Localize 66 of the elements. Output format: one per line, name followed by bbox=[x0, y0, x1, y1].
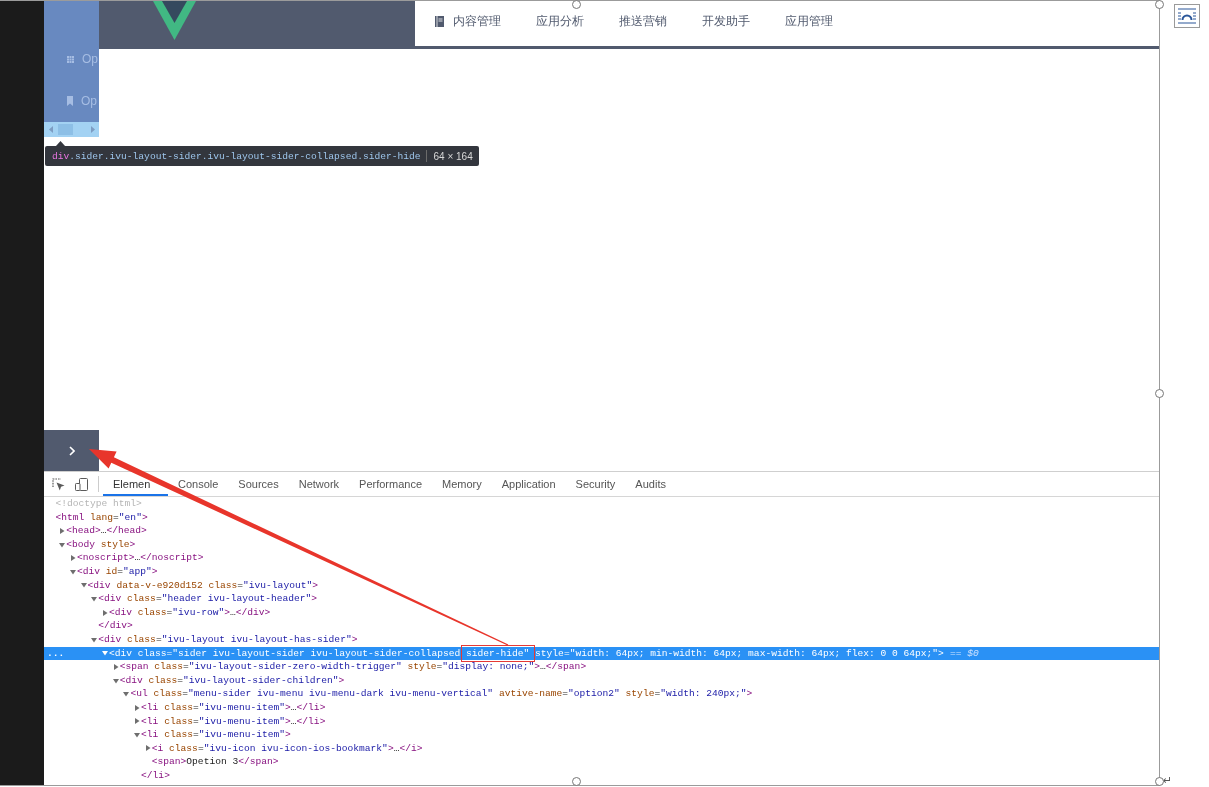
resize-handle[interactable] bbox=[1154, 777, 1164, 786]
devtools-tab[interactable]: Memory bbox=[432, 472, 492, 496]
size-text: 64 × 164 bbox=[433, 150, 473, 162]
triangle-down-icon[interactable] bbox=[69, 568, 76, 575]
horizontal-scrollbar[interactable] bbox=[44, 122, 99, 137]
triangle-down-icon[interactable] bbox=[59, 541, 66, 548]
triangle-right-icon[interactable] bbox=[102, 609, 108, 616]
layout-options-icon[interactable] bbox=[1174, 4, 1200, 28]
resize-handle[interactable] bbox=[1154, 388, 1164, 398]
console-reference-text: == $0 bbox=[949, 646, 979, 661]
devtools-tab[interactable]: Application bbox=[491, 472, 566, 496]
device-toolbar-icon[interactable] bbox=[75, 477, 88, 491]
paragraph-mark: ↵ bbox=[1163, 774, 1173, 786]
devtools-tab[interactable]: Performance bbox=[349, 472, 433, 496]
devtools-tab[interactable]: Audits bbox=[625, 472, 676, 496]
closing-tag-text[interactable]: </div> bbox=[98, 619, 133, 633]
book-icon bbox=[435, 16, 444, 27]
devtools-tab[interactable]: Sources bbox=[228, 472, 289, 496]
triangle-down-icon[interactable] bbox=[102, 650, 108, 657]
triangle-down-icon[interactable] bbox=[91, 595, 98, 602]
triangle-right-icon[interactable] bbox=[144, 745, 151, 752]
grid-icon bbox=[67, 55, 74, 63]
inspect-element-icon[interactable] bbox=[52, 477, 65, 491]
triangle-down-icon[interactable] bbox=[91, 636, 98, 643]
dom-node-text[interactable]: <div class="header ivu-layout-header"> bbox=[98, 592, 318, 606]
devtools-tab[interactable]: Console bbox=[168, 472, 229, 496]
chevron-right-icon bbox=[68, 445, 75, 456]
devtools-tab[interactable]: Security bbox=[565, 472, 626, 496]
nav-menu-item[interactable]: 应用分析 bbox=[536, 13, 584, 30]
nav-menu-item[interactable]: 应用管理 bbox=[785, 13, 833, 30]
dom-node-text[interactable]: <div class="ivu-layout-sider-children"> bbox=[119, 673, 345, 688]
triangle-right-icon[interactable] bbox=[69, 555, 76, 562]
dom-node-text[interactable]: <li class="ivu-menu-item"> bbox=[141, 728, 291, 742]
dom-node-text[interactable]: <div id="app"> bbox=[76, 564, 158, 579]
triangle-right-icon[interactable] bbox=[134, 718, 141, 725]
dom-node-text[interactable]: <div class="ivu-layout ivu-layout-has-sider"> bbox=[98, 632, 358, 647]
devtools-tab[interactable]: Network bbox=[288, 472, 350, 496]
dom-node-text[interactable]: <div class="ivu-row">…</div> bbox=[109, 605, 271, 620]
nav-menu-item[interactable]: 开发助手 bbox=[702, 13, 750, 30]
dom-node-text[interactable]: <span class="ivu-layout-sider-zero-width-trigger" style="display: none;">…</span> bbox=[119, 660, 587, 674]
dom-node-text[interactable]: <li class="ivu-menu-item">…</li> bbox=[141, 714, 326, 729]
dom-node-text[interactable]: <i class="ivu-icon ivu-icon-ios-bookmark">…</i> bbox=[151, 741, 423, 756]
logo-icon bbox=[153, 1, 196, 40]
triangle-down-icon[interactable] bbox=[134, 731, 141, 738]
bookmark-icon bbox=[67, 96, 73, 106]
dom-node-text[interactable]: <html lang="en"> bbox=[55, 510, 148, 525]
resize-handle[interactable] bbox=[1154, 0, 1164, 9]
closing-tag-text[interactable]: </li> bbox=[141, 768, 170, 783]
dom-node-text[interactable]: <li class="ivu-menu-item">…</li> bbox=[141, 700, 326, 715]
dom-node-text[interactable]: <ul class="menu-sider ivu-menu ivu-menu-dark ivu-menu-vertical" avtive-name="option2" style="width: 240px;"> bbox=[130, 687, 753, 701]
selector-text: div.sider.ivu-layout-sider.ivu-layout-sider-collapsed.sider-hide bbox=[52, 150, 421, 162]
triangle-right-icon[interactable] bbox=[134, 704, 141, 711]
triangle-down-icon[interactable] bbox=[123, 691, 130, 698]
triangle-down-icon[interactable] bbox=[80, 582, 87, 589]
nav-menu-item[interactable]: 推送营销 bbox=[619, 13, 667, 30]
dom-node-text[interactable]: <head>…</head> bbox=[66, 524, 147, 538]
dom-node-text[interactable]: <span>Opetion 3</span> bbox=[151, 755, 279, 769]
triangle-right-icon[interactable] bbox=[112, 663, 119, 670]
triangle-down-icon[interactable] bbox=[112, 677, 119, 684]
dom-node-text[interactable]: <body style> bbox=[66, 537, 136, 552]
nav-menu-item[interactable]: 内容管理 bbox=[435, 13, 501, 30]
dom-node-text[interactable]: <div data-v-e920d152 class="ivu-layout"> bbox=[87, 578, 318, 593]
resize-handle[interactable] bbox=[571, 777, 581, 786]
dom-node-text[interactable]: <noscript>…</noscript> bbox=[76, 551, 204, 565]
triangle-right-icon[interactable] bbox=[59, 528, 66, 534]
resize-handle[interactable] bbox=[571, 0, 581, 9]
